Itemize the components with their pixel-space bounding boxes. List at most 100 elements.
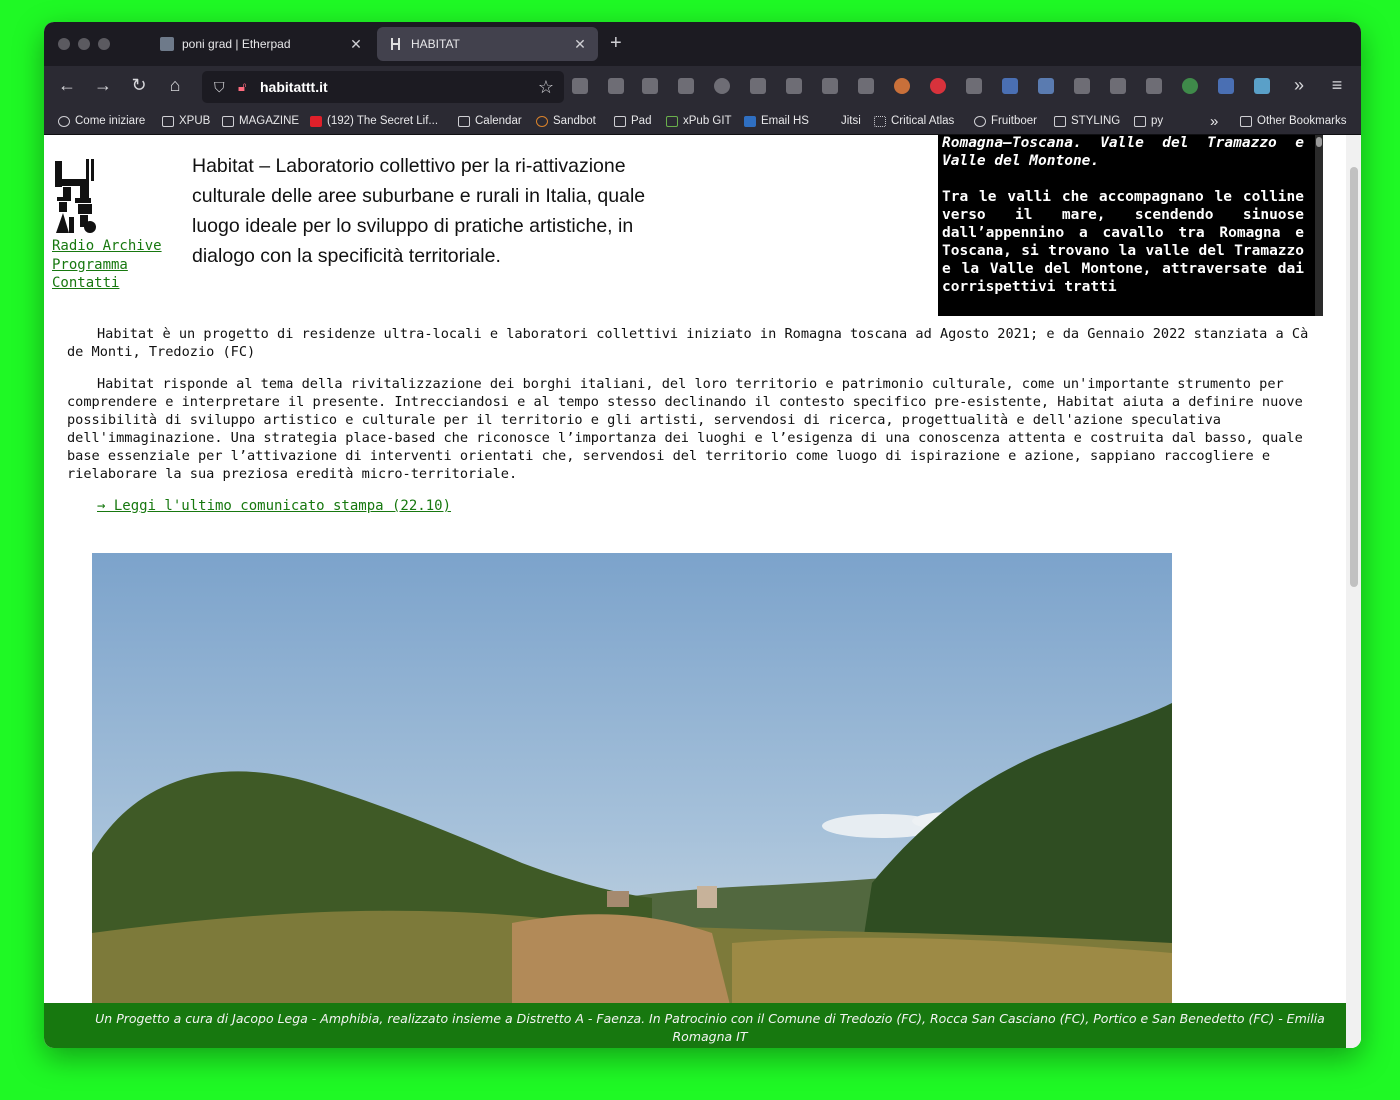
- minimize-window-button[interactable]: [78, 38, 90, 50]
- bookmark-label: Calendar: [475, 115, 522, 127]
- bookmark-pad[interactable]: Pad: [614, 113, 651, 129]
- bookmark-label: Jitsi: [841, 115, 861, 127]
- reload-icon[interactable]: ↻: [128, 75, 150, 96]
- folder-icon: [162, 115, 174, 127]
- menu-icon[interactable]: ≡: [1326, 75, 1348, 96]
- nav-programma-link[interactable]: Programma: [52, 256, 162, 275]
- bookmark-py[interactable]: py: [1134, 113, 1163, 129]
- footer-credits: Un Progetto a cura di Jacopo Lega - Amph…: [44, 1003, 1346, 1048]
- trash-icon[interactable]: [1074, 78, 1090, 94]
- site-nav: Radio Archive Programma Contatti: [52, 237, 162, 293]
- bookmark-xpub[interactable]: XPUB: [162, 113, 210, 129]
- bookmark-other-bookmarks[interactable]: Other Bookmarks: [1240, 113, 1346, 129]
- nav-contatti-link[interactable]: Contatti: [52, 274, 162, 293]
- url-bar[interactable]: ⛉ 🔓︎ habitattt.it ☆: [202, 71, 564, 103]
- bookmark-label: py: [1151, 115, 1164, 127]
- extension-puzzle-icon[interactable]: [1038, 78, 1054, 94]
- bookmark-magazine[interactable]: MAGAZINE: [222, 113, 299, 129]
- bookmark-sandbot[interactable]: Sandbot: [536, 113, 596, 129]
- globe-icon: [58, 115, 70, 127]
- bookmarks-bar: Come iniziare XPUB MAGAZINE (192) The Se…: [44, 108, 1361, 135]
- bookmark-star-icon[interactable]: ☆: [538, 77, 554, 98]
- calendar-icon: [458, 115, 470, 127]
- tab-strip: poni grad | Etherpad ✕ HABITAT ✕ +: [44, 22, 1361, 66]
- territory-heading: Romagna–Toscana. Valle del Tramazzo e Va…: [942, 135, 1304, 169]
- home-icon[interactable]: ⌂: [164, 75, 186, 96]
- globe-icon: [974, 115, 986, 127]
- jitsi-icon: [824, 116, 836, 127]
- translate-icon[interactable]: [1002, 78, 1018, 94]
- extension-reader-icon[interactable]: [786, 78, 802, 94]
- territory-text: Romagna–Toscana. Valle del Tramazzo e Va…: [942, 135, 1304, 296]
- extension-globe-icon[interactable]: [1182, 78, 1198, 94]
- atlas-icon: [874, 115, 886, 127]
- landscape-photo: [92, 553, 1172, 1013]
- description-paragraph: Habitat risponde al tema della rivitaliz…: [67, 376, 1303, 482]
- extension-p-icon[interactable]: [714, 78, 730, 94]
- folder-icon: [1054, 115, 1066, 127]
- url-text[interactable]: habitattt.it: [260, 79, 538, 95]
- bookmark-secret-life[interactable]: (192) The Secret Lif...: [310, 113, 438, 129]
- extension-v-icon[interactable]: [966, 78, 982, 94]
- youtube-icon: [310, 115, 322, 127]
- extension-link-icon[interactable]: [750, 78, 766, 94]
- bookmark-label: STYLING: [1071, 115, 1121, 127]
- forward-icon[interactable]: →: [92, 75, 114, 96]
- bookmark-label: Sandbot: [553, 115, 596, 127]
- extension-card-icon[interactable]: [1146, 78, 1162, 94]
- tab-habitat[interactable]: HABITAT ✕: [377, 27, 598, 61]
- maximize-window-button[interactable]: [98, 38, 110, 50]
- extension-cplus-icon[interactable]: [894, 78, 910, 94]
- insecure-lock-icon[interactable]: 🔓︎: [238, 79, 250, 95]
- bookmark-label: (192) The Secret Lif...: [327, 115, 439, 127]
- downloads-icon[interactable]: [608, 78, 624, 94]
- site-tagline: Habitat – Laboratorio collettivo per la …: [192, 155, 646, 267]
- page-scrollbar-thumb[interactable]: [1350, 167, 1358, 587]
- back-icon[interactable]: ←: [56, 75, 78, 96]
- library-icon[interactable]: [642, 78, 658, 94]
- main-content: Habitat è un progetto di residenze ultra…: [67, 325, 1327, 515]
- extension-bars-icon[interactable]: [858, 78, 874, 94]
- press-release-link[interactable]: → Leggi l'ultimo comunicato stampa (22.1…: [97, 497, 451, 515]
- sidebar-icon[interactable]: [678, 78, 694, 94]
- bookmark-xpub-git[interactable]: xPub GIT: [666, 113, 732, 129]
- nav-radio-archive-link[interactable]: Radio Archive: [52, 237, 162, 256]
- territory-text-box[interactable]: Romagna–Toscana. Valle del Tramazzo e Va…: [938, 135, 1323, 316]
- territory-scrollbar[interactable]: [1315, 135, 1323, 316]
- close-window-button[interactable]: [58, 38, 70, 50]
- page-scrollbar[interactable]: [1346, 135, 1361, 1048]
- bookmark-label: xPub GIT: [683, 115, 732, 127]
- bookmark-label: XPUB: [179, 115, 211, 127]
- habitat-favicon-icon: [389, 37, 403, 51]
- page-viewport: Radio Archive Programma Contatti Habitat…: [44, 135, 1361, 1048]
- save-icon[interactable]: [1218, 78, 1234, 94]
- bookmark-email-hs[interactable]: Email HS: [744, 113, 809, 129]
- outlook-icon: [744, 115, 756, 127]
- folder-icon: [1240, 115, 1252, 127]
- etherpad-favicon-icon: [160, 37, 174, 51]
- shield-icon[interactable]: ⛉: [214, 79, 228, 95]
- git-icon: [666, 115, 678, 127]
- habitat-logo-icon[interactable]: [53, 159, 97, 233]
- tab-etherpad[interactable]: poni grad | Etherpad ✕: [148, 27, 374, 61]
- bookmark-critical-atlas[interactable]: Critical Atlas: [874, 113, 954, 129]
- bookmarks-overflow-icon[interactable]: »: [1210, 113, 1218, 130]
- new-tab-icon[interactable]: +: [610, 32, 622, 55]
- pen-icon[interactable]: [1254, 78, 1270, 94]
- bookmark-label: Other Bookmarks: [1257, 115, 1347, 127]
- notion-icon[interactable]: [1110, 78, 1126, 94]
- bookmark-jitsi[interactable]: Jitsi: [824, 113, 861, 129]
- bookmark-calendar[interactable]: Calendar: [458, 113, 522, 129]
- close-tab-icon[interactable]: ✕: [348, 36, 364, 53]
- intro-paragraph: Habitat è un progetto di residenze ultra…: [67, 326, 1309, 360]
- pocket-icon[interactable]: [572, 78, 588, 94]
- sandbot-icon: [536, 115, 548, 127]
- bookmark-fruitboer[interactable]: Fruitboer: [974, 113, 1037, 129]
- bookmark-label: Critical Atlas: [891, 115, 955, 127]
- close-tab-icon[interactable]: ✕: [572, 36, 588, 53]
- extension-cloud-icon[interactable]: [822, 78, 838, 94]
- bookmark-styling[interactable]: STYLING: [1054, 113, 1120, 129]
- overflow-chevron-icon[interactable]: »: [1288, 75, 1310, 96]
- extension-lock-icon[interactable]: [930, 78, 946, 94]
- bookmark-come-iniziare[interactable]: Come iniziare: [58, 113, 145, 129]
